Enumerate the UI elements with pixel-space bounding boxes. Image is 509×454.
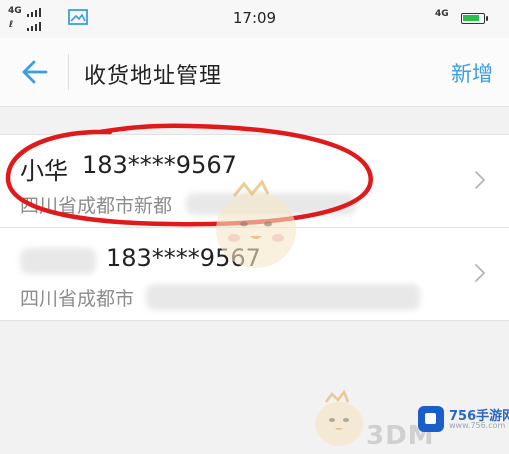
site-logo: 756手游网 www.756.com — [418, 404, 509, 434]
status-bar: 4G ℓ 17:09 4G — [0, 0, 509, 38]
logo-icon — [418, 406, 444, 432]
recipient-address: 四川省成都市 — [20, 288, 135, 310]
recipient-address: 四川省成都市新都 — [20, 195, 173, 217]
recipient-name: 小华 — [20, 157, 68, 185]
status-right-group: 4G — [435, 8, 499, 30]
add-address-button[interactable]: 新增 — [451, 58, 493, 88]
chevron-right-icon — [475, 171, 485, 189]
redacted-blur — [146, 284, 420, 310]
network-type-label-right: 4G — [435, 9, 449, 19]
nav-divider — [68, 54, 69, 90]
status-time: 17:09 — [232, 9, 277, 27]
chevron-right-icon — [475, 264, 485, 282]
address-item[interactable]: 183****9567 四川省成都市 — [0, 227, 509, 320]
recipient-phone: 183****9567 — [106, 244, 261, 272]
battery-level — [463, 15, 479, 21]
mascot-chick-icon — [315, 390, 363, 446]
page-title: 收货地址管理 — [84, 64, 223, 89]
redacted-name-blur — [20, 248, 96, 274]
address-list: 小华 183****9567 四川省成都市新都 183****9567 四川省成… — [0, 134, 509, 321]
address-item[interactable]: 小华 183****9567 四川省成都市新都 — [0, 135, 509, 227]
nav-bar: 收货地址管理 新增 — [0, 38, 509, 107]
redacted-blur — [186, 193, 356, 215]
battery-icon — [461, 13, 488, 24]
arrow-left-icon[interactable] — [20, 57, 50, 87]
recipient-phone: 183****9567 — [82, 151, 237, 179]
logo-subtext: www.756.com — [449, 421, 506, 430]
